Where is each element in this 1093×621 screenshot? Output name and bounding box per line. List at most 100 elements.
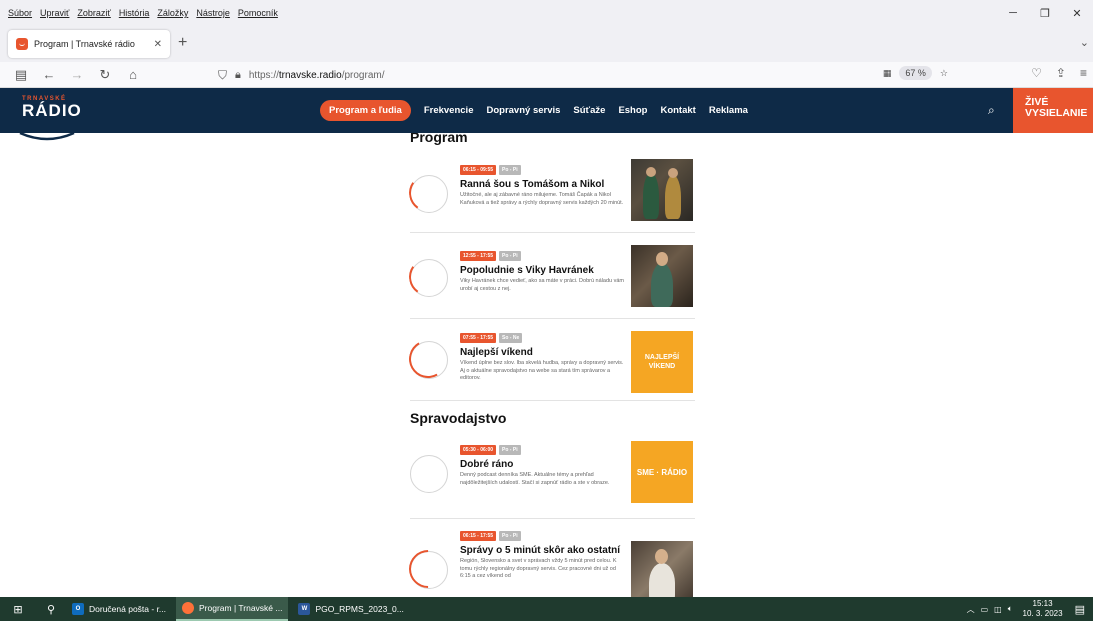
zoom-level[interactable]: 67 % [899, 66, 932, 80]
firefox-icon [182, 602, 195, 614]
menu-view[interactable]: Zobraziť [77, 8, 110, 18]
program-section-title: Program [410, 133, 468, 145]
main-nav: Program a ľudia Frekvencie Dopravný serv… [320, 98, 761, 122]
volume-icon[interactable]: 🔈︎ [1008, 604, 1013, 614]
nav-reklama[interactable]: Reklama [709, 105, 748, 116]
pocket-icon[interactable]: ♡ [1031, 66, 1042, 80]
nav-sutaze[interactable]: Súťaže [573, 105, 605, 116]
search-icon[interactable]: ⌕ [988, 103, 995, 118]
show-description: Víkend úplne bez slov. Iba skvelá hudba,… [460, 360, 624, 381]
news-section-title: Spravodajstvo [410, 410, 507, 426]
progress-ring [405, 170, 451, 216]
system-tray: ︿ ▭ ◫ 🔈︎ 15:13 10. 3. 2023 ▤ [967, 597, 1085, 621]
sidebar-icon[interactable]: ▤ [14, 67, 28, 83]
progress-ring [401, 542, 455, 596]
show-photo[interactable] [631, 541, 693, 597]
close-tab-icon[interactable]: ✕ [154, 39, 162, 50]
show-title[interactable]: Najlepší víkend [460, 347, 625, 358]
taskbar-firefox[interactable]: Program | Trnavské ... [176, 597, 289, 621]
browser-tab[interactable]: Program | Trnavské rádio ✕ [8, 30, 170, 58]
restore-icon[interactable]: ❐ [1029, 7, 1061, 20]
tab-list-icon[interactable]: ⌄ [1080, 36, 1089, 49]
taskbar-outlook[interactable]: O Doručená pošta - r... [66, 597, 172, 621]
network-icon[interactable]: ◫ [994, 605, 1002, 614]
menu-file[interactable]: Súbor [8, 8, 32, 18]
window-controls: ─ ❐ ✕ [997, 0, 1093, 26]
address-bar[interactable]: ⛉ 🔒︎ https://trnavske.radio/program/ [218, 64, 946, 86]
menu-edit[interactable]: Upraviť [40, 8, 69, 18]
show-photo[interactable] [631, 245, 693, 307]
time-badge: 05:30 - 06:00 [460, 445, 497, 455]
menu-help[interactable]: Pomocník [238, 8, 278, 18]
tray-chevron-icon[interactable]: ︿ [967, 604, 975, 615]
zoom-area: ▦ 67 % ☆ [883, 66, 948, 80]
nav-frekvencie[interactable]: Frekvencie [424, 105, 474, 116]
menu-hamburger-icon[interactable]: ≡ [1080, 66, 1087, 80]
days-badge: Po - Pi [499, 531, 521, 541]
time-badge: 06:15 - 09:55 [460, 165, 497, 175]
menu-bookmarks[interactable]: Záložky [157, 8, 188, 18]
word-icon: W [298, 603, 311, 615]
show-photo[interactable] [631, 159, 693, 221]
toolbar-right: ♡ ⇪ ≡ [1031, 66, 1087, 80]
days-badge: So - Ne [499, 333, 523, 343]
clock[interactable]: 15:13 10. 3. 2023 [1023, 599, 1063, 619]
show-title[interactable]: Správy o 5 minút skôr ako ostatní [460, 545, 625, 556]
program-content: Program 06:15 - 09:55 Po - Pi Ranná šou … [0, 133, 1093, 597]
lock-icon[interactable]: 🔒︎ [235, 69, 241, 82]
progress-ring [404, 335, 452, 383]
forward-icon[interactable]: → [70, 67, 84, 82]
show-item[interactable]: 06:15 - 09:55 Po - Pi Ranná šou s Tomášo… [405, 157, 695, 233]
nav-eshop[interactable]: Eshop [618, 105, 647, 116]
progress-ring [410, 455, 448, 493]
share-icon[interactable]: ⇪ [1056, 66, 1066, 80]
time-badge: 06:15 - 17:55 [460, 531, 497, 541]
show-item[interactable]: 07:55 - 17:55 So - Ne Najlepší víkend Ví… [404, 329, 695, 401]
home-icon[interactable]: ⌂ [126, 67, 140, 82]
show-description: Denný podcast denníka SME. Aktuálne témy… [460, 472, 610, 486]
nav-kontakt[interactable]: Kontakt [660, 105, 695, 116]
days-badge: Po - Pi [499, 445, 521, 455]
days-badge: Po - Pi [499, 165, 521, 175]
battery-icon[interactable]: ▭ [981, 605, 989, 614]
menu-bar: Súbor Upraviť Zobraziť História Záložky … [0, 0, 1093, 26]
reload-icon[interactable]: ↻ [98, 67, 112, 83]
notifications-icon[interactable]: ▤ [1075, 603, 1085, 616]
shield-icon[interactable]: ⛉ [218, 68, 227, 83]
live-broadcast-button[interactable]: ŽIVÉ VYSIELANIE [1013, 88, 1093, 133]
reader-view-icon[interactable]: ▦ [883, 68, 892, 79]
taskbar-word[interactable]: W PGO_RPMS_2023_0... [292, 597, 409, 621]
nav-program[interactable]: Program a ľudia [320, 99, 411, 121]
taskbar-search-icon[interactable]: ⚲ [36, 597, 66, 621]
site-logo[interactable]: TRNAVSKÉ RÁDIO [22, 96, 82, 121]
site-header: TRNAVSKÉ RÁDIO Program a ľudia Frekvenci… [0, 88, 1093, 133]
navigation-bar: ▤ ← → ↻ ⌂ ⛉ 🔒︎ https://trnavske.radio/pr… [0, 62, 1093, 88]
days-badge: Po - Pi [499, 251, 521, 261]
show-item[interactable]: 06:15 - 17:55 Po - Pi Správy o 5 minút s… [401, 527, 695, 597]
menu-tools[interactable]: Nástroje [196, 8, 230, 18]
radio-favicon-icon [16, 38, 28, 50]
url-text: https://trnavske.radio/program/ [248, 69, 385, 81]
time-badge: 07:55 - 17:55 [460, 333, 497, 343]
show-description: Viky Havránek chce vedieť, ako sa máte v… [460, 278, 624, 292]
tab-title: Program | Trnavské rádio [34, 39, 135, 49]
show-title[interactable]: Popoludnie s Viky Havránek [460, 265, 625, 276]
close-window-icon[interactable]: ✕ [1061, 7, 1093, 20]
bookmark-star-icon[interactable]: ☆ [940, 68, 948, 79]
show-thumb-najlepsi-vikend[interactable]: NAJLEPŠÍ VÍKEND [631, 331, 693, 393]
show-description: Región, Slovensko a svet v správach vždy… [460, 558, 617, 579]
windows-start-icon[interactable]: ⊞ [0, 597, 36, 621]
show-item[interactable]: 05:30 - 06:00 Po - Pi Dobré ráno Denný p… [410, 439, 695, 519]
minimize-icon[interactable]: ─ [997, 7, 1029, 19]
outlook-icon: O [72, 603, 84, 615]
menu-history[interactable]: História [119, 8, 150, 18]
show-item[interactable]: 12:55 - 17:55 Po - Pi Popoludnie s Viky … [405, 243, 695, 319]
taskbar: ⊞ ⚲ O Doručená pošta - r... Program | Tr… [0, 597, 1093, 621]
show-title[interactable]: Dobré ráno [460, 459, 625, 470]
new-tab-icon[interactable]: + [178, 34, 187, 52]
back-icon[interactable]: ← [42, 67, 56, 82]
show-title[interactable]: Ranná šou s Tomášom a Nikol [460, 179, 625, 190]
show-thumb-sme[interactable]: SME · RÁDIO [631, 441, 693, 503]
nav-dopravny-servis[interactable]: Dopravný servis [486, 105, 560, 116]
tab-bar: Program | Trnavské rádio ✕ + ⌄ [0, 26, 1093, 62]
